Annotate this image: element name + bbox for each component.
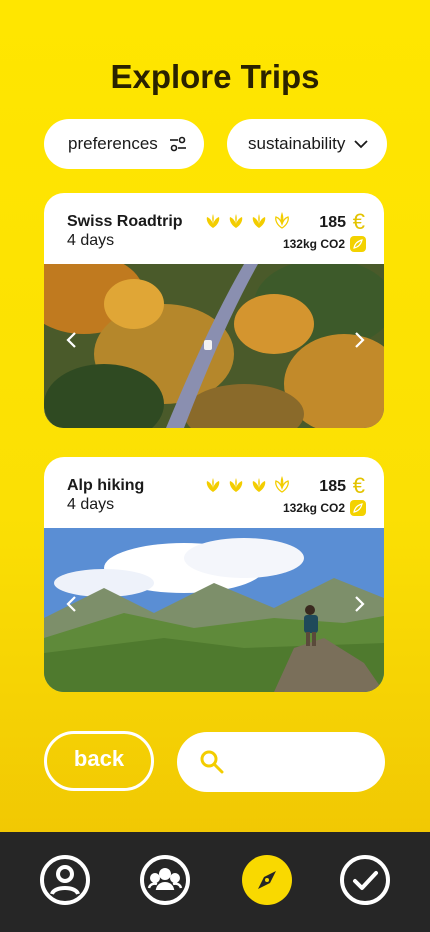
- previous-photo-icon[interactable]: [60, 328, 84, 352]
- sliders-icon: [170, 136, 186, 152]
- trip-photo: [44, 264, 384, 428]
- trip-price: 185: [319, 478, 346, 495]
- eco-rating: [204, 476, 291, 494]
- trip-co2: 132kg CO2: [282, 237, 345, 251]
- search-bar[interactable]: [177, 732, 385, 792]
- leaf-outline-icon: [275, 476, 289, 493]
- sustainability-dropdown[interactable]: sustainability: [227, 119, 387, 169]
- leaf-filled-icon: [252, 214, 266, 228]
- eco-rating: [204, 212, 291, 230]
- preferences-label: preferences: [68, 134, 158, 153]
- trip-price: 185: [319, 214, 346, 231]
- next-photo-icon[interactable]: [347, 328, 371, 352]
- trip-name: Alp hiking: [67, 477, 145, 494]
- trip-photo: [44, 528, 384, 692]
- nav-tab-explore[interactable]: [241, 854, 293, 906]
- chevron-down-icon: [354, 140, 368, 149]
- check-icon: [340, 855, 390, 905]
- euro-icon: €: [352, 473, 365, 498]
- leaf-filled-icon: [206, 214, 220, 228]
- profile-icon: [40, 855, 90, 905]
- nav-tab-group[interactable]: [139, 854, 191, 906]
- nav-tab-done[interactable]: [339, 854, 391, 906]
- trip-duration: 4 days: [67, 496, 115, 513]
- page-title: Explore Trips: [110, 58, 320, 95]
- leaf-filled-icon: [252, 478, 266, 492]
- next-photo-icon[interactable]: [347, 592, 371, 616]
- leaf-filled-icon: [229, 214, 243, 228]
- preferences-filter-button[interactable]: preferences: [44, 119, 204, 169]
- trip-co2: 132kg CO2: [282, 501, 345, 515]
- euro-icon: €: [352, 209, 365, 234]
- back-button[interactable]: back: [44, 731, 154, 791]
- trip-name: Swiss Roadtrip: [67, 213, 183, 230]
- co2-leaf-icon: [350, 500, 366, 516]
- bottom-nav: [0, 832, 430, 932]
- sustainability-label: sustainability: [248, 134, 346, 153]
- trip-card[interactable]: Swiss Roadtrip 4 days 185 € 132kg CO2: [44, 193, 384, 428]
- compass-icon: [242, 855, 292, 905]
- nav-tab-profile[interactable]: [39, 854, 91, 906]
- co2-leaf-icon: [350, 236, 366, 252]
- trip-card[interactable]: Alp hiking 4 days 185 € 132kg CO2: [44, 457, 384, 692]
- leaf-filled-icon: [229, 478, 243, 492]
- previous-photo-icon[interactable]: [60, 592, 84, 616]
- leaf-filled-icon: [206, 478, 220, 492]
- search-input[interactable]: [237, 747, 367, 777]
- leaf-outline-icon: [275, 212, 289, 229]
- search-icon: [200, 750, 224, 774]
- group-icon: [140, 855, 190, 905]
- trip-duration: 4 days: [67, 232, 115, 249]
